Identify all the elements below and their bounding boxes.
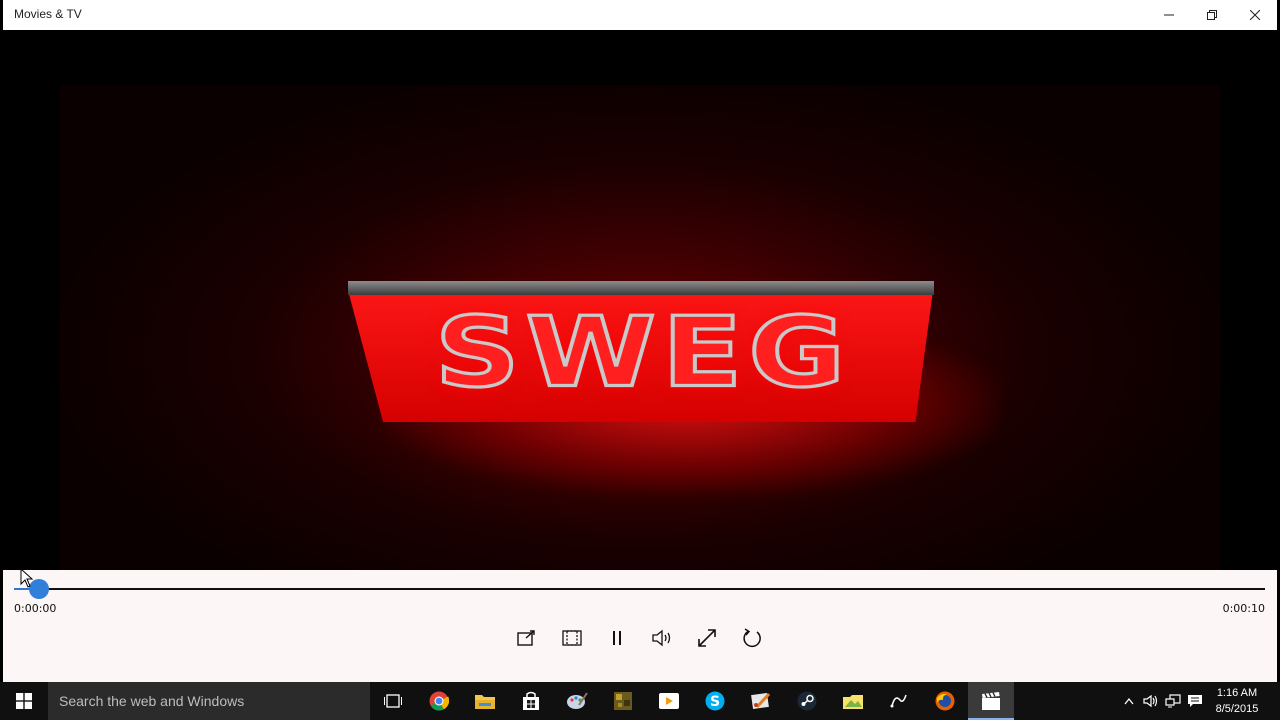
firefox-icon	[935, 691, 955, 711]
network-icon	[1165, 694, 1181, 708]
speaker-icon	[1143, 694, 1158, 708]
minecraft-button[interactable]	[600, 682, 646, 720]
playback-buttons	[515, 626, 764, 650]
aspect-ratio-button[interactable]	[560, 626, 584, 650]
media-player-icon	[659, 693, 679, 709]
volume-icon	[652, 629, 671, 647]
search-box[interactable]: Search the web and Windows	[48, 682, 370, 720]
taskbar-apps: S	[370, 682, 1014, 720]
video-surface[interactable]: SWEG	[3, 30, 1277, 570]
close-icon	[1250, 10, 1260, 20]
app-icon	[890, 694, 907, 708]
movies-tv-window: Movies & TV SWEG 0:00:00 0:00:10	[3, 0, 1277, 682]
taskbar: Search the web and Windows S 1:16 AM 8/5…	[0, 682, 1280, 720]
repeat-button[interactable]	[740, 626, 764, 650]
pause-button[interactable]	[605, 626, 629, 650]
full-screen-button[interactable]	[695, 626, 719, 650]
start-button[interactable]	[0, 682, 48, 720]
network-tray-button[interactable]	[1162, 682, 1184, 720]
taskbar-clock[interactable]: 1:16 AM 8/5/2015	[1212, 685, 1262, 717]
paint-net-icon	[751, 692, 771, 710]
skype-button[interactable]: S	[692, 682, 738, 720]
search-placeholder: Search the web and Windows	[59, 693, 245, 709]
store-icon	[523, 691, 539, 710]
full-screen-icon	[698, 629, 716, 647]
file-explorer-button[interactable]	[462, 682, 508, 720]
seek-bar[interactable]	[14, 579, 1265, 599]
skype-icon: S	[705, 691, 725, 711]
volume-button[interactable]	[650, 626, 674, 650]
app-button[interactable]	[876, 682, 922, 720]
paint-net-button[interactable]	[738, 682, 784, 720]
notification-icon	[1188, 695, 1202, 707]
minimize-button[interactable]	[1147, 0, 1191, 30]
photos-button[interactable]	[830, 682, 876, 720]
cast-to-device-button[interactable]	[515, 626, 539, 650]
app-title: Movies & TV	[14, 7, 82, 21]
cast-icon	[517, 630, 535, 646]
media-player-button[interactable]	[646, 682, 692, 720]
svg-text:S: S	[710, 694, 720, 710]
windows-logo-icon	[16, 693, 32, 709]
chrome-icon	[429, 691, 449, 711]
steam-icon	[797, 691, 817, 711]
aspect-ratio-icon	[562, 630, 582, 646]
repeat-icon	[743, 628, 761, 648]
restore-icon	[1207, 10, 1217, 20]
store-button[interactable]	[508, 682, 554, 720]
chrome-button[interactable]	[416, 682, 462, 720]
steam-button[interactable]	[784, 682, 830, 720]
total-duration: 0:00:10	[1222, 602, 1265, 615]
photos-icon	[843, 695, 863, 709]
file-explorer-icon	[475, 695, 495, 709]
pause-icon	[613, 631, 621, 645]
logo-top-bar	[348, 281, 934, 295]
chevron-up-icon	[1124, 697, 1134, 705]
action-center-button[interactable]	[1184, 682, 1206, 720]
restore-button[interactable]	[1190, 0, 1234, 30]
movies-tv-icon	[982, 692, 1000, 710]
elapsed-time: 0:00:00	[14, 602, 57, 615]
close-button[interactable]	[1233, 0, 1277, 30]
paint-button[interactable]	[554, 682, 600, 720]
mouse-cursor-icon	[20, 568, 34, 588]
show-hidden-icons-button[interactable]	[1118, 682, 1140, 720]
clock-time: 1:16 AM	[1216, 687, 1258, 699]
movies-tv-taskbar-button[interactable]	[968, 682, 1014, 720]
minecraft-icon	[614, 692, 632, 710]
title-bar[interactable]: Movies & TV	[3, 0, 1277, 30]
system-tray	[1118, 682, 1206, 720]
paint-icon	[567, 692, 588, 709]
minimize-icon	[1164, 14, 1174, 16]
task-view-button[interactable]	[370, 682, 416, 720]
transport-controls: 0:00:00 0:00:10	[3, 570, 1277, 682]
clock-date: 8/5/2015	[1215, 703, 1259, 715]
video-logo-text: SWEG	[433, 294, 852, 410]
task-view-icon	[384, 694, 402, 708]
volume-tray-button[interactable]	[1140, 682, 1162, 720]
firefox-button[interactable]	[922, 682, 968, 720]
